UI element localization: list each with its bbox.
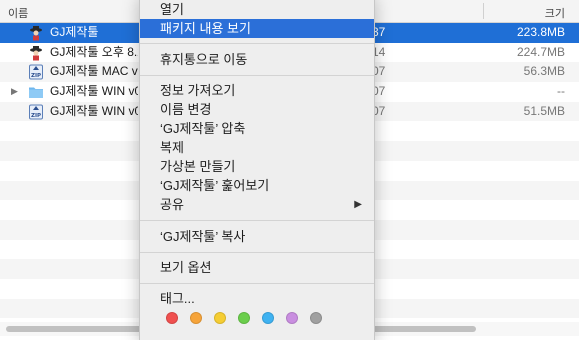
size-column-header[interactable]: 크기 [545, 5, 565, 21]
menu-item-quick-look[interactable]: ‘GJ제작툴’ 훑어보기 [140, 176, 374, 195]
menu-item-tags[interactable]: 태그... [140, 289, 374, 308]
file-name: GJ제작툴 오후 8.2 [50, 44, 138, 59]
menu-item-view-options[interactable]: 보기 옵션 [140, 258, 374, 277]
menu-item-open[interactable]: 열기 [140, 0, 374, 19]
file-size: 51.5MB [523, 103, 565, 118]
file-name: GJ제작툴 [50, 25, 99, 39]
tag-color-dot[interactable] [190, 312, 202, 324]
disclosure-triangle-icon[interactable]: ▶ [11, 82, 18, 102]
menu-item-copy[interactable]: ‘GJ제작툴’ 복사 [140, 227, 374, 246]
folder-icon [28, 84, 44, 100]
file-size: 56.3MB [523, 64, 565, 79]
file-name: GJ제작툴 WIN v0 [50, 84, 138, 99]
file-size: 223.8MB [516, 25, 565, 39]
app-icon [28, 25, 44, 41]
svg-text:ZIP: ZIP [31, 73, 41, 79]
menu-item-move-to-trash[interactable]: 휴지통으로 이동 [140, 50, 374, 69]
menu-item-rename[interactable]: 이름 변경 [140, 100, 374, 119]
tag-color-dot[interactable] [238, 312, 250, 324]
name-column-header[interactable]: 이름 [8, 5, 28, 21]
zip-icon: ZIP [28, 64, 44, 80]
menu-separator [140, 43, 374, 44]
menu-item-make-alias[interactable]: 가상본 만들기 [140, 157, 374, 176]
menu-separator [140, 283, 374, 284]
svg-text:ZIP: ZIP [31, 113, 41, 119]
menu-item-compress[interactable]: ‘GJ제작툴’ 압축 [140, 119, 374, 138]
app-icon [28, 45, 44, 61]
tag-color-dot[interactable] [286, 312, 298, 324]
menu-item-get-info[interactable]: 정보 가져오기 [140, 81, 374, 100]
tag-color-dot[interactable] [262, 312, 274, 324]
file-size: 224.7MB [516, 44, 565, 59]
file-size: -- [557, 84, 565, 99]
tag-color-dot[interactable] [214, 312, 226, 324]
tag-color-dot[interactable] [310, 312, 322, 324]
menu-separator [140, 220, 374, 221]
tag-color-dot[interactable] [166, 312, 178, 324]
menu-item-show-package-contents[interactable]: 패키지 내용 보기 [140, 19, 374, 38]
menu-separator [140, 75, 374, 76]
context-menu: 열기 패키지 내용 보기 휴지통으로 이동 정보 가져오기 이름 변경 ‘GJ제… [139, 0, 375, 340]
submenu-arrow-icon: ▶ [354, 199, 362, 210]
menu-separator [140, 252, 374, 253]
menu-item-duplicate[interactable]: 복제 [140, 138, 374, 157]
menu-item-share-label: 공유 [160, 197, 184, 212]
file-name: GJ제작툴 MAC v0 [50, 64, 138, 79]
column-divider[interactable] [483, 3, 484, 19]
menu-item-share[interactable]: 공유 ▶ [140, 195, 374, 214]
zip-icon: ZIP [28, 104, 44, 120]
file-name: GJ제작툴 WIN v0 [50, 103, 138, 118]
